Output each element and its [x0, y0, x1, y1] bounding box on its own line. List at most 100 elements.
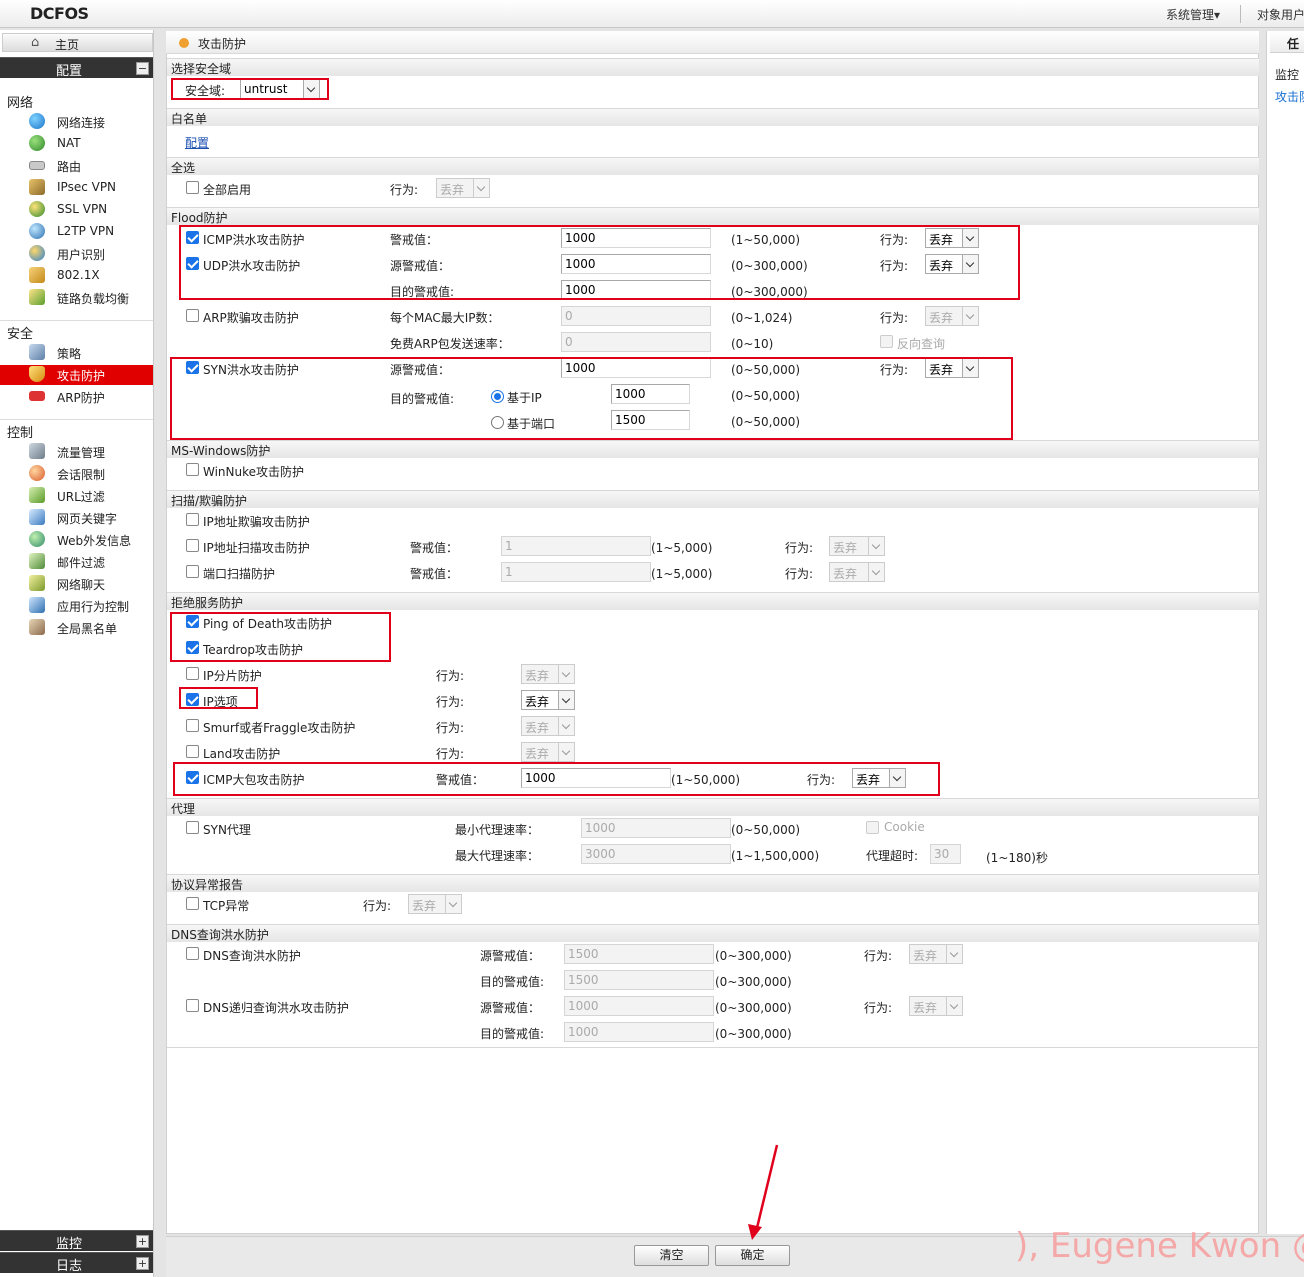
port-scan-action-select[interactable]: 丢弃	[829, 562, 885, 582]
udp-src-input[interactable]	[561, 254, 711, 274]
zone-select[interactable]: untrust	[240, 79, 320, 99]
min-rate-input[interactable]	[581, 818, 731, 838]
sidebar-item-user-identify[interactable]: 用户识别	[0, 244, 153, 264]
sidebar-item-l2tp-vpn[interactable]: L2TP VPN	[0, 222, 153, 242]
sidebar-monitor-header[interactable]: 监控 +	[0, 1230, 153, 1252]
sidebar-item-web-keyword[interactable]: 网页关键字	[0, 508, 153, 528]
cookie-checkbox[interactable]	[866, 821, 879, 834]
dns-recursive-action-select[interactable]: 丢弃	[909, 996, 963, 1016]
enable-all-action-select[interactable]: 丢弃	[436, 178, 490, 198]
sidebar-log-header[interactable]: 日志 +	[0, 1252, 153, 1274]
icmp-action-select[interactable]: 丢弃	[925, 228, 979, 248]
object-user-menu[interactable]: 对象用户	[1257, 6, 1304, 23]
syn-action-select[interactable]: 丢弃	[925, 358, 979, 378]
teardrop-checkbox[interactable]	[186, 641, 199, 654]
web-outgoing-icon	[29, 531, 45, 547]
udp-dst-input[interactable]	[561, 280, 711, 300]
right-panel-tab[interactable]: 任	[1270, 31, 1304, 53]
arp-spoof-checkbox[interactable]	[186, 309, 199, 322]
land-action-select[interactable]: 丢弃	[521, 742, 575, 762]
icmp-flood-checkbox[interactable]	[186, 231, 199, 244]
syn-by-ip-range: (0~50,000)	[731, 389, 801, 403]
sidebar-item-nat[interactable]: NAT	[0, 134, 153, 154]
syn-flood-checkbox[interactable]	[186, 361, 199, 374]
sidebar-item-network-connection[interactable]: 网络连接	[0, 112, 153, 132]
sidebar-config-header[interactable]: 配置 −	[0, 57, 153, 79]
icmp-large-checkbox[interactable]	[186, 771, 199, 784]
right-panel-link[interactable]: 攻击防	[1275, 88, 1304, 105]
arp-icon	[29, 391, 45, 401]
port-scan-checkbox[interactable]	[186, 565, 199, 578]
dns-recursive-src-input[interactable]	[564, 996, 714, 1016]
icmp-large-action-select[interactable]: 丢弃	[852, 768, 906, 788]
arp-mac-input[interactable]	[561, 306, 711, 326]
sidebar-item-session-limit[interactable]: 会话限制	[0, 464, 153, 484]
sidebar-item-ssl-vpn[interactable]: SSL VPN	[0, 200, 153, 220]
arp-spoof-label: ARP欺骗攻击防护	[203, 311, 299, 325]
sidebar-item-blacklist[interactable]: 全局黑名单	[0, 618, 153, 638]
ip-option-checkbox[interactable]	[186, 693, 199, 706]
sidebar-item-ipsec-vpn[interactable]: IPsec VPN	[0, 178, 153, 198]
expand-icon[interactable]: +	[136, 1257, 149, 1270]
ip-scan-checkbox[interactable]	[186, 539, 199, 552]
udp-action-select[interactable]: 丢弃	[925, 254, 979, 274]
sidebar-home[interactable]: ⌂ 主页	[2, 33, 153, 52]
port-scan-input[interactable]	[501, 562, 651, 582]
sidebar-item-policy[interactable]: 策略	[0, 343, 153, 363]
sidebar-item-link-balance[interactable]: 链路负载均衡	[0, 288, 153, 308]
collapse-icon[interactable]: −	[136, 62, 149, 75]
syn-by-ip-radio[interactable]	[491, 390, 504, 403]
dns-recursive-checkbox[interactable]	[186, 999, 199, 1012]
ping-of-death-checkbox[interactable]	[186, 615, 199, 628]
smurf-checkbox[interactable]	[186, 719, 199, 732]
max-rate-input[interactable]	[581, 844, 731, 864]
action-label: 行为:	[807, 773, 836, 787]
winnuke-checkbox[interactable]	[186, 463, 199, 476]
sidebar-item-attack-protection[interactable]: 攻击防护	[0, 365, 153, 385]
dns-query-action-select[interactable]: 丢弃	[909, 944, 963, 964]
syn-by-ip-input[interactable]	[611, 384, 690, 404]
sidebar-item-arp-protection[interactable]: ARP防护	[0, 387, 153, 407]
port-scan-range: (1~5,000)	[651, 567, 713, 581]
icmp-threshold-input[interactable]	[561, 228, 711, 248]
reverse-query-checkbox[interactable]	[880, 335, 893, 348]
clear-button[interactable]: 清空	[634, 1245, 709, 1266]
icmp-threshold-label: 警戒值：	[390, 233, 439, 247]
arp-action-select[interactable]: 丢弃	[925, 306, 979, 326]
expand-icon[interactable]: +	[136, 1235, 149, 1248]
whitelist-config-link[interactable]: 配置	[185, 134, 209, 151]
udp-flood-checkbox[interactable]	[186, 257, 199, 270]
enable-all-checkbox[interactable]	[186, 181, 199, 194]
ip-option-action-select[interactable]: 丢弃	[521, 690, 575, 710]
syn-by-port-input[interactable]	[611, 410, 690, 430]
sidebar-item-chat[interactable]: 网络聊天	[0, 574, 153, 594]
ip-scan-action-select[interactable]: 丢弃	[829, 536, 885, 556]
action-label: 行为:	[436, 695, 465, 709]
sidebar-item-app-control[interactable]: 应用行为控制	[0, 596, 153, 616]
sidebar-item-8021x[interactable]: 802.1X	[0, 266, 153, 286]
ip-spoof-checkbox[interactable]	[186, 513, 199, 526]
ip-scan-input[interactable]	[501, 536, 651, 556]
sidebar-item-traffic[interactable]: 流量管理	[0, 442, 153, 462]
dns-recursive-dst-input[interactable]	[564, 1022, 714, 1042]
syn-src-input[interactable]	[561, 358, 711, 378]
sidebar-item-route[interactable]: 路由	[0, 156, 153, 176]
sidebar-item-url-filter[interactable]: URL过滤	[0, 486, 153, 506]
dns-query-dst-input[interactable]	[564, 970, 714, 990]
sidebar-item-web-outgoing[interactable]: Web外发信息	[0, 530, 153, 550]
ip-frag-checkbox[interactable]	[186, 667, 199, 680]
tcp-anomaly-checkbox[interactable]	[186, 897, 199, 910]
land-checkbox[interactable]	[186, 745, 199, 758]
dns-query-checkbox[interactable]	[186, 947, 199, 960]
ip-frag-action-select[interactable]: 丢弃	[521, 664, 575, 684]
syn-proxy-checkbox[interactable]	[186, 821, 199, 834]
syn-by-port-radio[interactable]	[491, 416, 504, 429]
timeout-input[interactable]	[930, 844, 961, 864]
tcp-action-select[interactable]: 丢弃	[408, 894, 462, 914]
arp-rate-input[interactable]	[561, 332, 711, 352]
system-menu[interactable]: 系统管理▾	[1166, 6, 1220, 23]
dns-query-src-input[interactable]	[564, 944, 714, 964]
icmp-large-input[interactable]	[521, 768, 671, 788]
smurf-action-select[interactable]: 丢弃	[521, 716, 575, 736]
sidebar-item-mail-filter[interactable]: 邮件过滤	[0, 552, 153, 572]
